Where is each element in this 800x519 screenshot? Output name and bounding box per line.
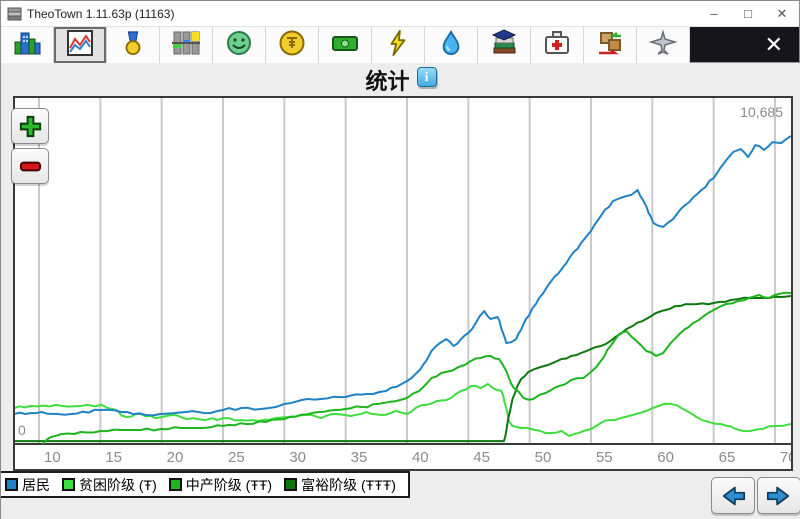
minus-icon	[17, 153, 44, 180]
line-chart: 10 15 20 25 30 35 40 45 50 55 60 65 70	[15, 98, 791, 469]
toolbar-tab-happiness[interactable]	[213, 27, 266, 63]
health-icon	[543, 29, 571, 62]
x-tick-label: 60	[657, 449, 674, 466]
x-tick-label: 15	[105, 449, 122, 466]
legend-item-rich: 富裕阶级 (ŦŦŦ)	[284, 475, 396, 495]
titlebar: TheoTown 1.11.63p (11163) – □ ✕	[1, 1, 799, 27]
x-tick-label: 65	[719, 449, 736, 466]
x-tick-label: 55	[596, 449, 613, 466]
window-maximize-button[interactable]: □	[731, 1, 765, 26]
x-tick-label: 30	[289, 449, 306, 466]
app-icon	[7, 6, 22, 21]
window-close-button[interactable]: ✕	[765, 1, 799, 26]
arrow-left-icon	[718, 483, 748, 509]
legend-swatch-poor	[62, 478, 75, 491]
legend-swatch-middle	[169, 478, 182, 491]
toolbar-tab-airport[interactable]	[637, 27, 690, 63]
x-tick-label: 20	[167, 449, 184, 466]
close-panel-button[interactable]: ✕	[749, 27, 799, 63]
toolbar-dark-area: ✕	[690, 27, 799, 62]
window-title: TheoTown 1.11.63p (11163)	[27, 7, 174, 21]
demand-icon	[171, 29, 201, 62]
x-tick-label: 70	[780, 449, 791, 466]
chart-area: 10 15 20 25 30 35 40 45 50 55 60 65 70 10,685 0	[13, 96, 793, 471]
zoom-in-button[interactable]	[11, 108, 49, 144]
toolbar-tab-health[interactable]	[531, 27, 584, 63]
legend-item-middle: 中产阶级 (ŦŦ)	[169, 475, 272, 495]
scroll-right-button[interactable]	[757, 477, 800, 514]
education-icon	[489, 29, 519, 62]
x-tick-label: 10	[44, 449, 61, 466]
statistics-icon	[65, 29, 95, 62]
series-line-middle	[43, 293, 791, 444]
water-icon	[438, 29, 464, 62]
series-line-residents	[15, 136, 791, 415]
legend-item-poor: 贫困阶级 (Ŧ)	[62, 475, 157, 495]
toolbar-tab-education[interactable]	[478, 27, 531, 63]
toolbar-tab-money[interactable]	[319, 27, 372, 63]
toolbar-tab-trade[interactable]	[584, 27, 637, 63]
statistics-panel: 统计 i 10 15 20 25 30 35 40 45 50 55 60 65 70 10,685 0…	[1, 63, 800, 519]
chart-legend: 居民 贫困阶级 (Ŧ) 中产阶级 (ŦŦ) 富裕阶级 (ŦŦŦ)	[1, 471, 410, 498]
money-icon	[330, 29, 360, 62]
legend-label: 贫困阶级 (Ŧ)	[79, 475, 157, 495]
y-max-label: 10,685	[740, 104, 783, 120]
toolbar-tab-energy[interactable]	[372, 27, 425, 63]
energy-icon	[385, 29, 411, 62]
arrow-right-icon	[764, 483, 794, 509]
rank-icon	[120, 29, 146, 62]
legend-label: 居民	[22, 475, 50, 495]
window-minimize-button[interactable]: –	[697, 1, 731, 26]
series-line-rich	[15, 296, 791, 441]
app-window: TheoTown 1.11.63p (11163) – □ ✕ ✕ 统计 i 1…	[0, 0, 800, 519]
x-tick-label: 45	[473, 449, 490, 466]
y-zero-label: 0	[18, 422, 26, 438]
toolbar-tab-statistics[interactable]	[54, 27, 107, 63]
happiness-icon	[225, 29, 253, 62]
toolbar-tab-city[interactable]	[1, 27, 54, 63]
zoom-out-button[interactable]	[11, 148, 49, 184]
trade-icon	[595, 29, 625, 62]
legend-item-residents: 居民	[5, 475, 50, 495]
x-tick-label: 25	[228, 449, 245, 466]
legend-swatch-residents	[5, 478, 18, 491]
toolbar-tab-coin[interactable]	[266, 27, 319, 63]
plus-icon	[17, 113, 44, 140]
dialog-header: 统计 i	[1, 63, 800, 96]
toolbar-tab-demand[interactable]	[160, 27, 213, 63]
city-icon	[12, 29, 42, 62]
legend-label: 富裕阶级 (ŦŦŦ)	[301, 475, 396, 495]
scroll-left-button[interactable]	[711, 477, 755, 514]
x-tick-label: 50	[535, 449, 552, 466]
toolbar: ✕	[1, 27, 799, 63]
legend-label: 中产阶级 (ŦŦ)	[186, 475, 272, 495]
toolbar-tab-rank[interactable]	[107, 27, 160, 63]
x-tick-label: 35	[351, 449, 368, 466]
coin-icon	[278, 29, 306, 62]
info-icon[interactable]: i	[417, 67, 437, 87]
toolbar-tab-water[interactable]	[425, 27, 478, 63]
series-line-poor	[15, 384, 791, 436]
legend-swatch-rich	[284, 478, 297, 491]
page-title: 统计	[365, 64, 409, 96]
airport-icon	[648, 29, 678, 62]
x-tick-label: 40	[412, 449, 429, 466]
